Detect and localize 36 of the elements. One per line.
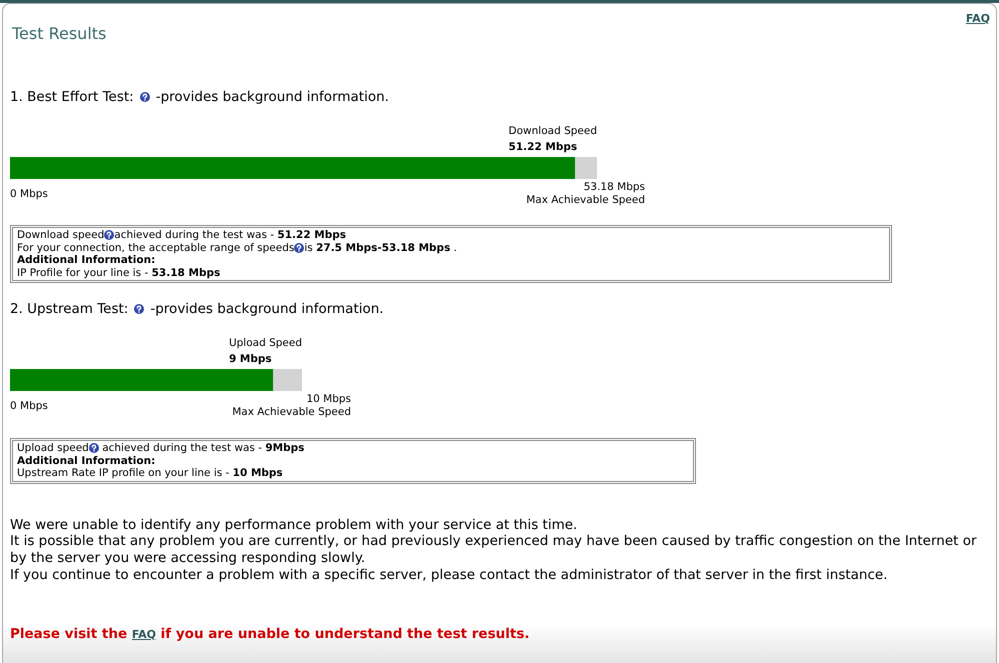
heading-note: -provides background information. [156,89,389,105]
meter-label: Upload Speed [228,336,302,351]
info-heading: Additional Information: [17,254,156,266]
min-label: 0 Mbps [10,187,48,201]
faq-link[interactable]: FAQ [966,12,990,25]
summary-text: It is possible that any problem you are currently, or had previously experienced may have been caused by traffic congestion on the Internet or by the server you were accessing responding slowly. [10,533,978,567]
info-text: Upstream Rate IP profile on your line is - 10 Mbps [17,467,284,480]
section-heading: 2. Upstream Test: [10,301,128,317]
info-text: For your connection, the acceptable range of speeds [17,242,294,254]
max-reading: 53.18 Mbps [584,181,645,194]
meter-reading: 9 Mbps [228,352,272,367]
help-icon[interactable] [294,242,304,253]
help-icon[interactable] [134,304,144,314]
help-icon[interactable] [140,92,150,102]
info-text: Upload speed [17,442,89,454]
info-text: achieved during the test was - 9Mbps [101,442,304,454]
heading-note: -provides background information. [150,301,384,317]
info-heading: Additional Information: [17,454,156,467]
page-title: Test Results [12,25,106,43]
min-label: 0 Mbps [10,399,48,413]
info-text: IP Profile for your line is - 53.18 Mbps [17,266,222,279]
faq-notice: Please visit the FAQ if you are unable to understand the test results. [10,626,530,642]
max-label: Max Achievable Speed [526,194,645,207]
summary-text: If you continue to encounter a problem with a specific server, please contact the administrator of that server in the first instance. [10,566,888,584]
max-reading: 10 Mbps [306,393,351,406]
info-text: Download speed [17,229,104,242]
section-heading: 1. Best Effort Test: [10,89,134,105]
meter-reading: 51.22 Mbps [508,140,578,155]
help-icon[interactable] [88,443,99,454]
info-text: achieved during the test was - 51.22 Mbps [114,229,346,242]
meter-label: Download Speed [508,124,597,139]
max-label: Max Achievable Speed [232,406,351,419]
info-text: is 27.5 Mbps-53.18 Mbps . [304,242,458,254]
help-icon[interactable] [104,230,114,240]
summary-text: We were unable to identify any performance problem with your service at this time. [10,516,578,534]
faq-link[interactable]: FAQ [132,628,156,640]
